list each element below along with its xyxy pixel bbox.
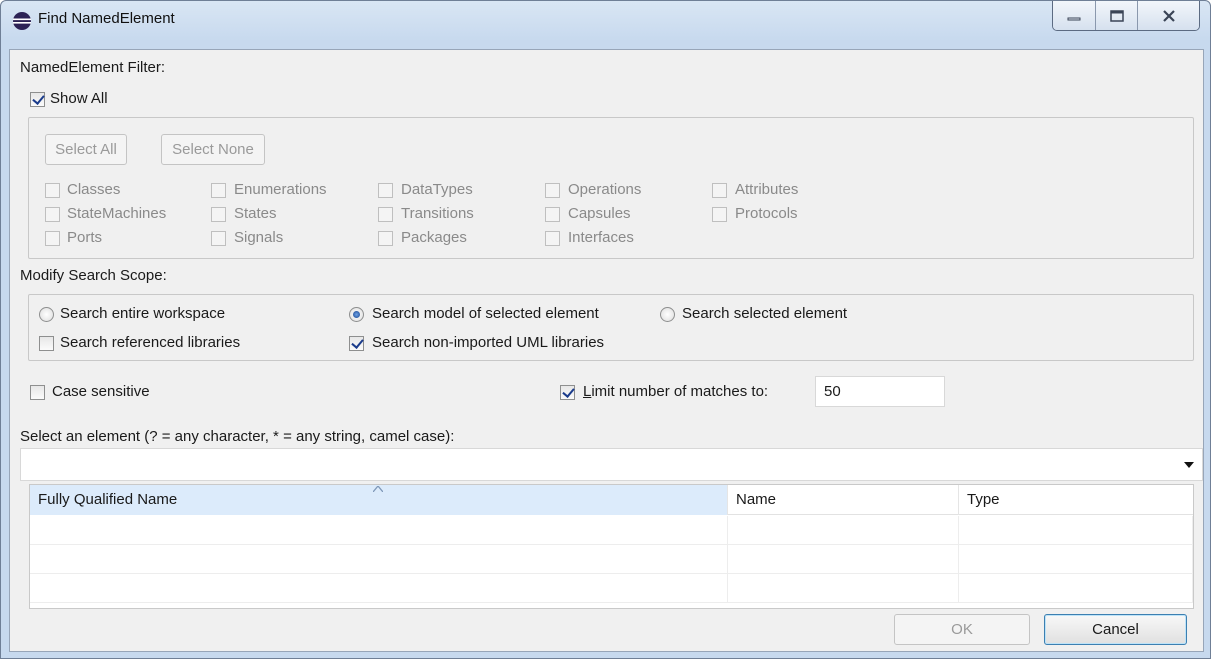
model-of-selected-label: Search model of selected element [372,305,599,322]
search-pattern-label: Select an element (? = any character, * … [20,428,455,445]
scope-group: Search entire workspace Search model of … [28,294,1194,361]
operations-label: Operations [568,181,642,198]
signals-label: Signals [234,229,284,246]
case-sensitive-label: Case sensitive [52,383,150,400]
attributes-label: Attributes [735,181,799,198]
results-table[interactable]: Fully Qualified Name Name Type [29,484,1194,609]
filter-label: NamedElement Filter: [20,59,166,76]
column-header-type[interactable]: Type [959,485,1193,515]
referenced-libraries-label: Search referenced libraries [60,334,241,351]
limit-label-text: imit number of matches to: [591,383,769,400]
scope-label: Modify Search Scope: [20,267,167,284]
maximize-icon [1109,10,1124,22]
ports-label: Ports [67,229,103,246]
enumerations-label: Enumerations [234,181,327,198]
referenced-libraries-checkbox[interactable] [39,336,54,351]
table-cell [728,516,959,545]
find-named-element-dialog: Find NamedElement NamedElement Filter: S… [0,0,1211,659]
states-label: States [234,205,277,222]
table-cell [959,545,1193,574]
window-title: Find NamedElement [38,10,175,27]
enumerations-checkbox[interactable] [211,183,226,198]
packages-checkbox[interactable] [378,231,393,246]
datatypes-checkbox[interactable] [378,183,393,198]
limit-matches-label: Limit number of matches to: [583,383,768,400]
column-header-name[interactable]: Name [728,485,959,515]
non-imported-uml-checkbox[interactable] [349,336,364,351]
operations-checkbox[interactable] [545,183,560,198]
transitions-checkbox[interactable] [378,207,393,222]
entire-workspace-label: Search entire workspace [60,305,226,322]
states-checkbox[interactable] [211,207,226,222]
search-pattern-combo[interactable] [20,448,1203,481]
close-icon [1162,10,1175,22]
table-cell [30,574,728,603]
statemachines-label: StateMachines [67,205,167,222]
non-imported-uml-label: Search non-imported UML libraries [372,334,605,351]
protocols-checkbox[interactable] [712,207,727,222]
datatypes-label: DataTypes [401,181,473,198]
transitions-label: Transitions [401,205,474,222]
sort-ascending-icon [373,486,383,492]
table-row[interactable] [30,545,1193,574]
limit-matches-input[interactable]: 50 [815,376,945,407]
title-bar[interactable]: Find NamedElement [1,1,1210,49]
packages-label: Packages [401,229,467,246]
show-all-checkbox[interactable] [30,92,45,107]
interfaces-checkbox[interactable] [545,231,560,246]
maximize-button[interactable] [1095,1,1137,30]
statemachines-checkbox[interactable] [45,207,60,222]
table-cell [959,516,1193,545]
table-cell [30,516,728,545]
select-none-button[interactable]: Select None [161,134,265,165]
eclipse-icon [13,12,31,30]
entire-workspace-radio[interactable] [39,307,54,322]
table-cell [959,574,1193,603]
table-cell [728,545,959,574]
attributes-checkbox[interactable] [712,183,727,198]
case-sensitive-checkbox[interactable] [30,385,45,400]
ok-button[interactable]: OK [894,614,1030,645]
cancel-button[interactable]: Cancel [1044,614,1187,645]
minimize-icon [1067,17,1081,21]
column-header-fqn-label: Fully Qualified Name [38,491,178,508]
dialog-content: NamedElement Filter: Show All Select All… [9,49,1204,652]
capsules-checkbox[interactable] [545,207,560,222]
selected-element-radio[interactable] [660,307,675,322]
table-cell [728,574,959,603]
show-all-label: Show All [50,90,108,107]
close-button[interactable] [1137,1,1199,30]
minimize-button[interactable] [1053,1,1095,30]
window-controls [1052,1,1200,31]
chevron-down-icon[interactable] [1184,462,1194,468]
ports-checkbox[interactable] [45,231,60,246]
filter-types-group: Select All Select None Classes Enumerati… [28,117,1194,259]
column-header-fqn[interactable]: Fully Qualified Name [30,485,728,515]
classes-label: Classes [67,181,121,198]
interfaces-label: Interfaces [568,229,634,246]
protocols-label: Protocols [735,205,798,222]
capsules-label: Capsules [568,205,631,222]
table-row[interactable] [30,574,1193,603]
table-row[interactable] [30,516,1193,545]
classes-checkbox[interactable] [45,183,60,198]
limit-matches-checkbox[interactable] [560,385,575,400]
table-header: Fully Qualified Name Name Type [30,485,1193,515]
signals-checkbox[interactable] [211,231,226,246]
selected-element-label: Search selected element [682,305,848,322]
model-of-selected-radio[interactable] [349,307,364,322]
table-cell [30,545,728,574]
select-all-button[interactable]: Select All [45,134,127,165]
